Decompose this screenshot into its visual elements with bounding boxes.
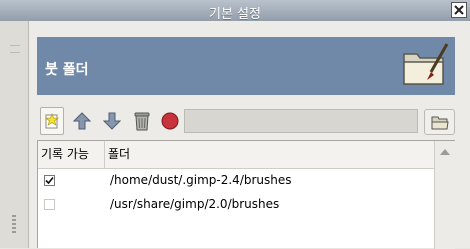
trash-icon [134,112,150,131]
new-star-icon [45,113,59,129]
folder-list: 기록 가능 폴더 /home/dust/.gimp-2.4/brushes /u… [37,140,455,249]
folder-path: /usr/share/gimp/2.0/brushes [110,197,280,211]
list-item[interactable]: /home/dust/.gimp-2.4/brushes [38,169,434,193]
stop-button[interactable] [158,107,182,135]
column-header-folder[interactable]: 폴더 [108,141,130,168]
browse-folder-button[interactable] [424,109,455,135]
folder-paintbrush-icon [403,43,449,85]
column-header-writable[interactable]: 기록 가능 [38,141,105,168]
arrow-down-icon [103,112,121,130]
list-item[interactable]: /usr/share/gimp/2.0/brushes [38,193,434,217]
close-button[interactable] [451,2,467,18]
folder-open-icon [431,116,449,130]
page-title: 붓 폴더 [45,62,89,78]
page-header: 붓 폴더 [37,37,455,95]
delete-button[interactable] [130,107,154,135]
close-icon [454,5,464,15]
folder-path: /home/dust/.gimp-2.4/brushes [110,173,292,187]
scroll-up-arrow-icon[interactable] [440,149,450,155]
move-down-button[interactable] [100,107,124,135]
writable-checkbox[interactable] [44,199,55,210]
sidebar-divider [10,45,20,46]
arrow-up-icon [73,112,91,130]
pane-resize-grip[interactable] [12,215,16,233]
window-title: 기본 설정 [209,7,261,22]
move-up-button[interactable] [70,107,94,135]
category-sidebar [0,21,29,248]
checkmark-icon [45,176,54,185]
window-titlebar: 기본 설정 [0,0,470,22]
writable-checkbox[interactable] [44,175,55,186]
list-header: 기록 가능 폴더 [38,141,434,169]
red-circle-icon [161,112,179,130]
folder-path-input[interactable] [184,109,418,133]
new-folder-button[interactable] [40,107,64,135]
list-scrollbar[interactable] [434,141,455,249]
sidebar-divider [10,52,20,53]
